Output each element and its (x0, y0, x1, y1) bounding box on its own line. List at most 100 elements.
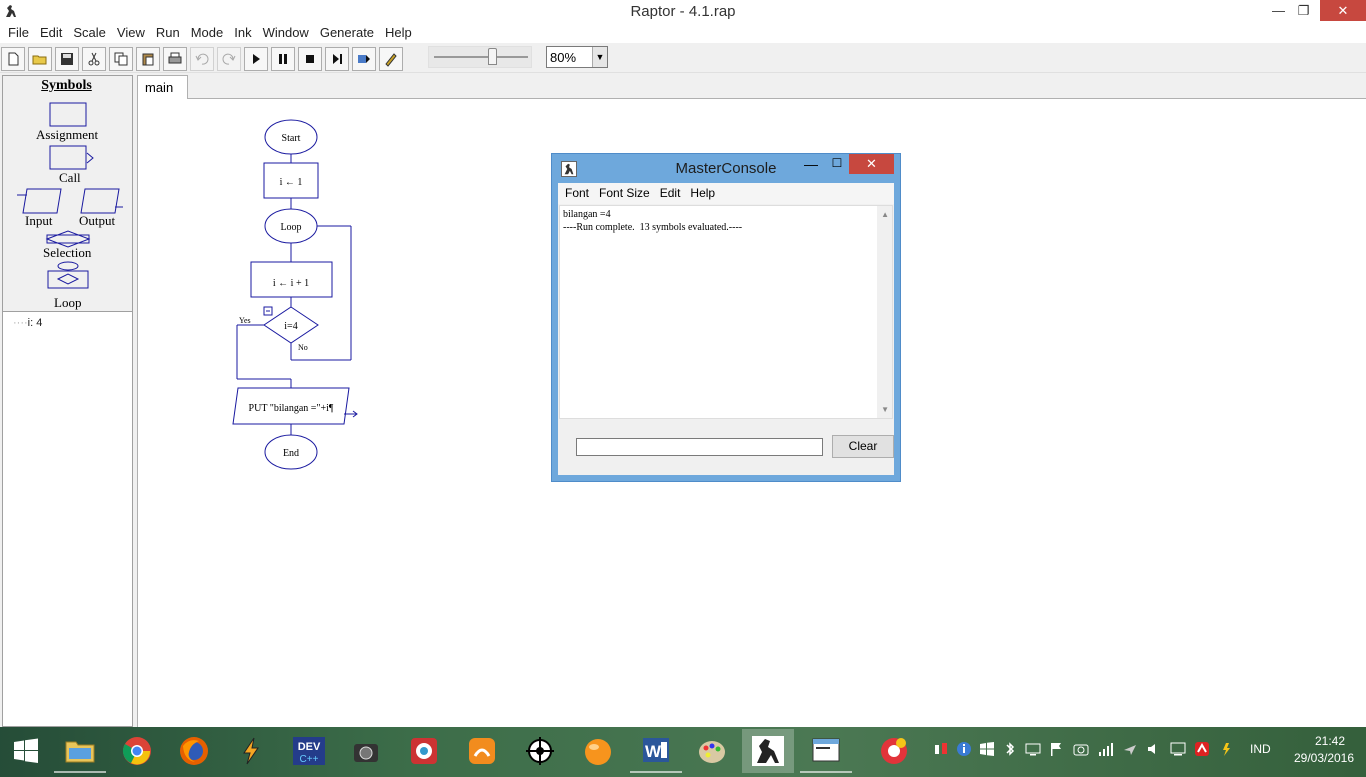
power-tray-icon[interactable] (1218, 741, 1234, 757)
menu-window[interactable]: Window (263, 23, 309, 43)
svg-text:C++: C++ (300, 754, 319, 765)
zoom-slider-thumb[interactable] (488, 48, 498, 65)
network-icon[interactable] (933, 741, 949, 757)
input-symbol-icon[interactable] (22, 188, 62, 214)
lightning-icon (243, 737, 259, 765)
menu-scale[interactable]: Scale (73, 23, 106, 43)
chevron-down-icon[interactable]: ▼ (592, 47, 607, 67)
clock-time[interactable]: 21:42 (1300, 734, 1360, 748)
tab-main[interactable]: main (137, 75, 188, 100)
taskbar-raptor[interactable] (742, 729, 794, 773)
ink-pen-button[interactable] (379, 47, 403, 71)
console-input[interactable] (576, 438, 823, 456)
taskbar-chrome[interactable] (111, 729, 163, 773)
print-button[interactable] (163, 47, 187, 71)
run-button[interactable] (244, 47, 268, 71)
new-button[interactable] (1, 47, 25, 71)
loop-symbol-icon[interactable] (57, 261, 79, 271)
window-app-icon (812, 738, 840, 762)
menu-generate[interactable]: Generate (320, 23, 374, 43)
undo-button[interactable] (190, 47, 214, 71)
variable-item[interactable]: ····i: 4 (13, 317, 42, 329)
console-output[interactable]: bilangan =4 ----Run complete. 13 symbols… (559, 205, 893, 419)
call-symbol-icon[interactable] (49, 145, 87, 170)
save-disk-icon (61, 53, 73, 65)
speaker-icon[interactable] (1146, 741, 1162, 757)
console-menu-edit[interactable]: Edit (660, 186, 681, 204)
bluetooth-icon[interactable] (1002, 741, 1018, 757)
windows-tray-icon[interactable] (979, 741, 995, 757)
open-button[interactable] (28, 47, 52, 71)
clear-button[interactable]: Clear (832, 435, 894, 458)
stop-button[interactable] (298, 47, 322, 71)
zoom-select[interactable]: 80% ▼ (546, 46, 608, 68)
taskbar-dev-cpp[interactable]: DEV C++ (283, 729, 335, 773)
flowchart: Start i ← 1 Loop i ← i + 1 i=4 Yes No PU… (232, 119, 358, 470)
redo-button[interactable] (217, 47, 241, 71)
step-icon (333, 54, 342, 64)
assignment-label: Assignment (36, 127, 99, 142)
paste-button[interactable] (136, 47, 160, 71)
taskbar-firefox[interactable] (168, 729, 220, 773)
menu-run[interactable]: Run (156, 23, 180, 43)
console-title: MasterConsole (675, 160, 777, 177)
cut-button[interactable] (82, 47, 106, 71)
monitor-icon[interactable] (1170, 741, 1186, 757)
loop-label: Loop (54, 295, 82, 310)
console-maximize-button[interactable]: ☐ (828, 156, 846, 174)
camera-tray-icon[interactable] (1073, 741, 1089, 757)
stop-icon (306, 55, 314, 63)
console-menu-font-size[interactable]: Font Size (599, 186, 650, 204)
flag-icon[interactable] (1048, 741, 1064, 757)
console-scrollbar[interactable]: ▲ ▼ (877, 206, 892, 418)
info-icon[interactable] (956, 741, 972, 757)
taskbar-file-explorer[interactable] (54, 729, 106, 773)
taskbar-target-app[interactable] (514, 729, 566, 773)
plane-icon[interactable] (1122, 741, 1138, 757)
output-symbol-icon[interactable] (80, 188, 120, 214)
close-button[interactable]: ✕ (1320, 0, 1366, 21)
raptor-dinosaur-icon (752, 736, 784, 766)
menu-ink[interactable]: Ink (234, 23, 251, 43)
taskbar-paint[interactable] (686, 729, 738, 773)
menu-edit[interactable]: Edit (40, 23, 62, 43)
console-close-button[interactable]: ✕ (849, 154, 894, 174)
minimize-button[interactable]: — (1265, 0, 1292, 21)
signal-bars-icon[interactable] (1098, 741, 1114, 757)
menu-mode[interactable]: Mode (191, 23, 224, 43)
menu-help[interactable]: Help (385, 23, 412, 43)
console-menu-help[interactable]: Help (690, 186, 715, 204)
taskbar-winamp[interactable] (225, 729, 277, 773)
taskbar-orange-app[interactable] (572, 729, 624, 773)
taskbar-photo-app[interactable] (398, 729, 450, 773)
taskbar-camera-app[interactable] (340, 729, 392, 773)
console-menu-font[interactable]: Font (565, 186, 589, 204)
step-button[interactable] (325, 47, 349, 71)
console-minimize-button[interactable]: — (802, 156, 820, 174)
scroll-down-icon[interactable]: ▼ (881, 405, 889, 414)
copy-button[interactable] (109, 47, 133, 71)
variables-watch-button[interactable] (352, 47, 376, 71)
menu-view[interactable]: View (117, 23, 145, 43)
loop-label: Loop (280, 222, 301, 233)
taskbar-extra-app[interactable] (868, 729, 920, 773)
word-icon: W (643, 738, 669, 762)
language-indicator[interactable]: IND (1250, 742, 1271, 756)
taskbar-console-app[interactable] (800, 729, 852, 773)
uc-browser-icon (469, 738, 495, 764)
window-title: Raptor - 4.1.rap (630, 3, 736, 20)
clock-date[interactable]: 29/03/2016 (1289, 751, 1359, 765)
call-label: Call (59, 170, 81, 185)
menu-file[interactable]: File (8, 23, 29, 43)
redo-icon (222, 53, 236, 65)
antivirus-icon[interactable] (1194, 741, 1210, 757)
restore-button[interactable]: ❐ (1290, 0, 1317, 21)
taskbar-uc-browser[interactable] (456, 729, 508, 773)
display-icon[interactable] (1025, 741, 1041, 757)
taskbar-word[interactable]: W (630, 729, 682, 773)
pause-button[interactable] (271, 47, 295, 71)
assignment-symbol-icon[interactable] (49, 102, 87, 127)
save-button[interactable] (55, 47, 79, 71)
scroll-up-icon[interactable]: ▲ (881, 210, 889, 219)
start-button[interactable] (0, 729, 52, 773)
